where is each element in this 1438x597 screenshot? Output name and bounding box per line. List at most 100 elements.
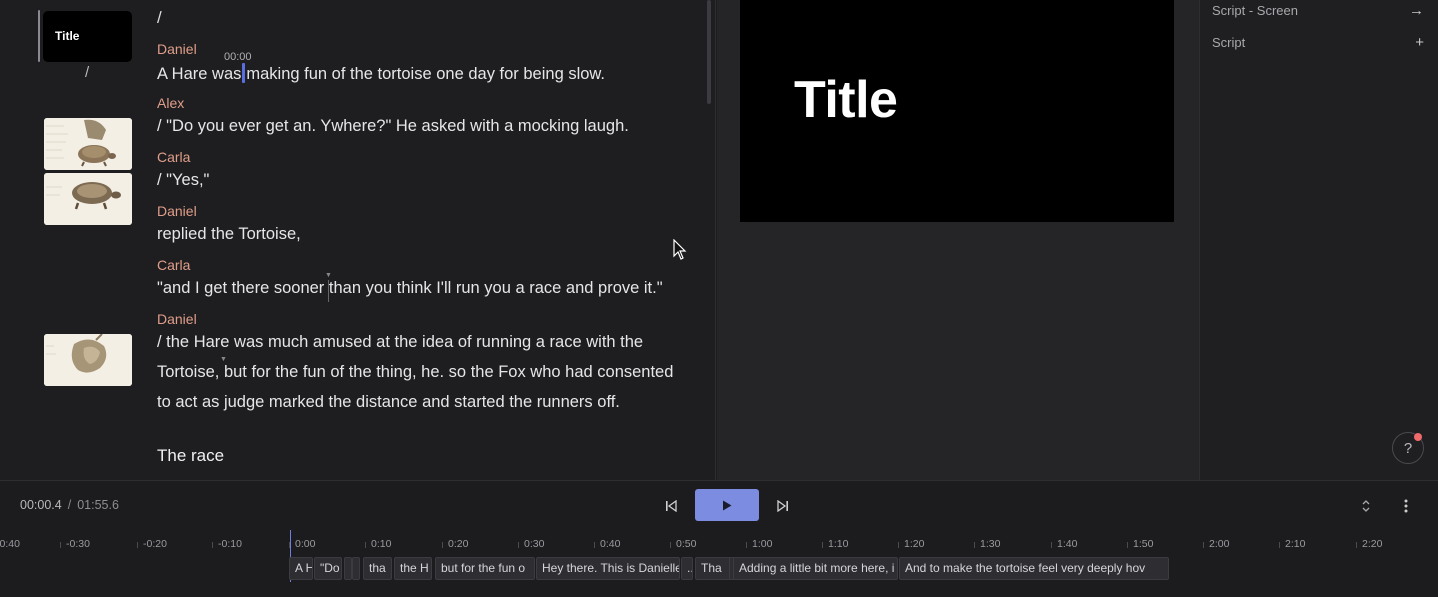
ruler-tick — [822, 542, 823, 548]
ruler-label: 1:10 — [828, 538, 849, 550]
ruler-tick — [1279, 542, 1280, 548]
editor-scrollbar[interactable] — [707, 0, 711, 104]
timeline-clip[interactable] — [344, 557, 352, 580]
tortoise-illustration-icon — [44, 173, 132, 225]
ruler-label: 0:30 — [524, 538, 545, 550]
ruler-label: -0:30 — [66, 538, 90, 550]
script-line[interactable]: replied the Tortoise, — [157, 225, 301, 244]
ruler-label: 2:10 — [1285, 538, 1306, 550]
script-line[interactable]: "and I get there sooner than you think I… — [157, 279, 663, 298]
arrow-right-icon[interactable]: → — [1409, 2, 1424, 19]
speaker-label[interactable]: Alex — [157, 95, 184, 111]
expand-timeline-button[interactable] — [1356, 491, 1376, 521]
script-line[interactable]: / "Yes," — [157, 171, 209, 190]
timeline-clip[interactable]: A H — [289, 557, 313, 580]
time-separator: / — [67, 498, 72, 512]
thumbnail-title-label: Title — [55, 29, 80, 43]
speaker-label[interactable]: Daniel — [157, 203, 197, 219]
more-options-button[interactable] — [1396, 491, 1416, 521]
preview-canvas[interactable]: Title — [740, 0, 1174, 222]
scene-thumbnail-tortoise[interactable] — [44, 173, 132, 225]
ruler-label: -0:10 — [218, 538, 242, 550]
ruler-tick — [1203, 542, 1204, 548]
timeline-clip[interactable]: the H — [394, 557, 432, 580]
script-line[interactable]: A Hare was making fun of the tortoise one… — [157, 63, 605, 84]
timeline-clip[interactable]: tha — [363, 557, 392, 580]
ruler-label: 2:20 — [1362, 538, 1383, 550]
scene-break-marker: / — [85, 64, 90, 81]
timeline-clip[interactable]: "Do — [314, 557, 342, 580]
script-screen-row[interactable]: Script - Screen → — [1212, 0, 1424, 20]
scene-thumbnail-tortoise-hare[interactable] — [44, 118, 132, 170]
cut-marker-icon[interactable]: ▼ — [220, 356, 227, 363]
ruler-label: 1:30 — [980, 538, 1001, 550]
ruler-tick — [442, 542, 443, 548]
ruler-tick — [898, 542, 899, 548]
cursor-time-tooltip: 00:00 — [224, 51, 252, 63]
plus-icon[interactable]: + — [1415, 34, 1424, 51]
ruler-label: 1:20 — [904, 538, 925, 550]
vertical-dots-icon — [1404, 499, 1408, 513]
preview-title-text: Title — [794, 71, 898, 129]
script-label: Script — [1212, 34, 1246, 50]
script-text: A Hare was — [157, 65, 242, 83]
selected-scene-indicator — [38, 10, 40, 62]
chevron-up-down-icon — [1362, 500, 1370, 512]
skip-forward-button[interactable] — [772, 491, 794, 521]
ruler-tick — [60, 542, 61, 548]
ruler-label: 1:00 — [752, 538, 773, 550]
cut-marker-icon[interactable]: ▼ — [325, 272, 332, 279]
script-screen-label: Script - Screen — [1212, 2, 1298, 18]
cut-marker-line — [328, 280, 329, 302]
ruler-tick — [594, 542, 595, 548]
ruler-label: 0:10 — [371, 538, 392, 550]
timeline-clip[interactable]: Adding a little bit more here, i — [733, 557, 898, 580]
ruler-label: 1:40 — [1057, 538, 1078, 550]
timeline-clip[interactable]: And to make the tortoise feel very deepl… — [899, 557, 1169, 580]
timeline[interactable]: -0:40 -0:30 -0:20 -0:10 0:00 0:10 0:20 0:30 0:40… — [0, 530, 1438, 597]
script-text: making fun of the tortoise one day for b… — [246, 65, 606, 83]
section-heading[interactable]: The race — [157, 446, 224, 466]
ruler-tick — [746, 542, 747, 548]
timeline-clip[interactable]: Hey there. This is Danielle — [536, 557, 680, 580]
ruler-label: -0:40 — [0, 538, 20, 550]
speaker-label[interactable]: Daniel — [157, 311, 197, 327]
total-duration: 01:55.6 — [77, 498, 119, 512]
ruler-label: 0:40 — [600, 538, 621, 550]
play-icon — [723, 500, 732, 510]
ruler-tick — [365, 542, 366, 548]
text-cursor — [242, 63, 246, 83]
skip-forward-icon — [777, 500, 788, 512]
ruler-tick — [1051, 542, 1052, 548]
ruler-label: 0:50 — [676, 538, 697, 550]
script-line[interactable]: / the Hare was much amused at the idea o… — [157, 327, 682, 417]
scene-thumbnail-hare[interactable] — [44, 334, 132, 386]
timeline-clip[interactable] — [352, 557, 360, 580]
skip-back-button[interactable] — [660, 491, 682, 521]
script-row[interactable]: Script + — [1212, 32, 1424, 52]
notification-dot — [1414, 433, 1422, 441]
scene-thumbnail-title[interactable]: Title — [43, 11, 132, 62]
ruler-label: 0:20 — [448, 538, 469, 550]
ruler-tick — [1356, 542, 1357, 548]
timeline-clip[interactable]: .. — [681, 557, 693, 580]
ruler-tick — [974, 542, 975, 548]
ruler-label: 1:50 — [1133, 538, 1154, 550]
ruler-tick — [212, 542, 213, 548]
speaker-label[interactable]: Carla — [157, 149, 190, 165]
script-editor: Title / / 00:00 Daniel A Hare was making… — [0, 0, 716, 480]
tortoise-illustration-icon — [44, 118, 132, 170]
mouse-pointer-icon — [673, 239, 687, 260]
play-button[interactable] — [695, 489, 759, 521]
ruler-tick — [670, 542, 671, 548]
speaker-label[interactable]: Carla — [157, 257, 190, 273]
speaker-label[interactable]: Daniel — [157, 41, 197, 57]
timeline-clip[interactable]: but for the fun o — [435, 557, 535, 580]
hare-illustration-icon — [44, 334, 132, 386]
ruler-tick — [1127, 542, 1128, 548]
ruler-label: 0:00 — [295, 538, 316, 550]
current-time: 00:00.4 — [20, 498, 62, 512]
script-line[interactable]: / "Do you ever get an. Ywhere?" He asked… — [157, 117, 629, 136]
timeline-clip[interactable]: Tha — [695, 557, 733, 580]
ruler-label: -0:20 — [143, 538, 167, 550]
